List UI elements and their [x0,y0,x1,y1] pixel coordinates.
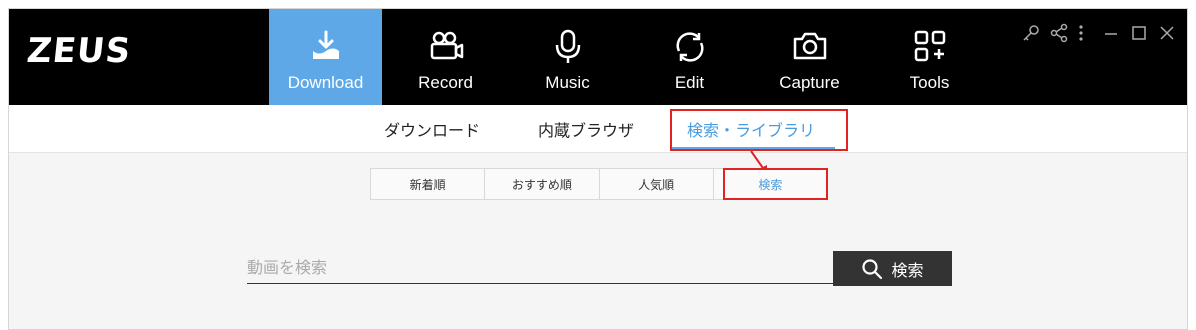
nav-download[interactable]: Download [269,9,382,105]
search-button-label: 検索 [891,260,924,280]
edit-cycle-icon [675,32,704,62]
nav-edit[interactable]: Edit [633,9,746,105]
sort-recommended[interactable]: おすすめ順 [485,169,600,199]
search-bar: 検索 [247,251,952,286]
sort-popular[interactable]: 人気順 [600,169,714,199]
subtab-browser[interactable]: 内蔵ブラウザ [538,117,634,141]
sub-nav: ダウンロード 内蔵ブラウザ 検索・ライブラリ [9,105,1187,153]
tools-grid-icon [914,30,945,62]
app-logo: ZEUS [24,31,134,71]
minimize-icon[interactable] [1103,23,1119,43]
camera-icon [793,32,826,60]
nav-label: Tools [909,73,950,92]
more-menu-icon[interactable] [1075,23,1087,43]
highlight-box-tab [670,109,848,151]
nav-label: Edit [674,73,705,92]
maximize-icon[interactable] [1131,23,1147,43]
nav-tools[interactable]: Tools [873,9,986,105]
nav-label: Music [545,73,590,92]
highlight-box-search [723,168,828,200]
search-icon [862,258,883,279]
sort-newest[interactable]: 新着順 [371,169,486,199]
microphone-icon [555,29,580,63]
video-camera-icon [430,31,463,60]
share-icon[interactable] [1049,23,1069,43]
nav-label: Record [418,73,473,92]
app-window: ZEUS Download Record Music Edit Capture … [8,8,1188,330]
subtab-download[interactable]: ダウンロード [384,117,480,141]
download-icon [312,30,339,59]
nav-music[interactable]: Music [511,9,624,105]
search-input[interactable] [247,251,833,284]
nav-label: Capture [779,73,840,92]
nav-label: Download [287,73,364,92]
nav-record[interactable]: Record [389,9,502,105]
search-button[interactable]: 検索 [833,251,952,286]
close-icon[interactable] [1159,23,1175,43]
key-icon[interactable] [1021,23,1041,43]
top-bar: ZEUS Download Record Music Edit Capture … [9,9,1187,105]
nav-capture[interactable]: Capture [753,9,866,105]
